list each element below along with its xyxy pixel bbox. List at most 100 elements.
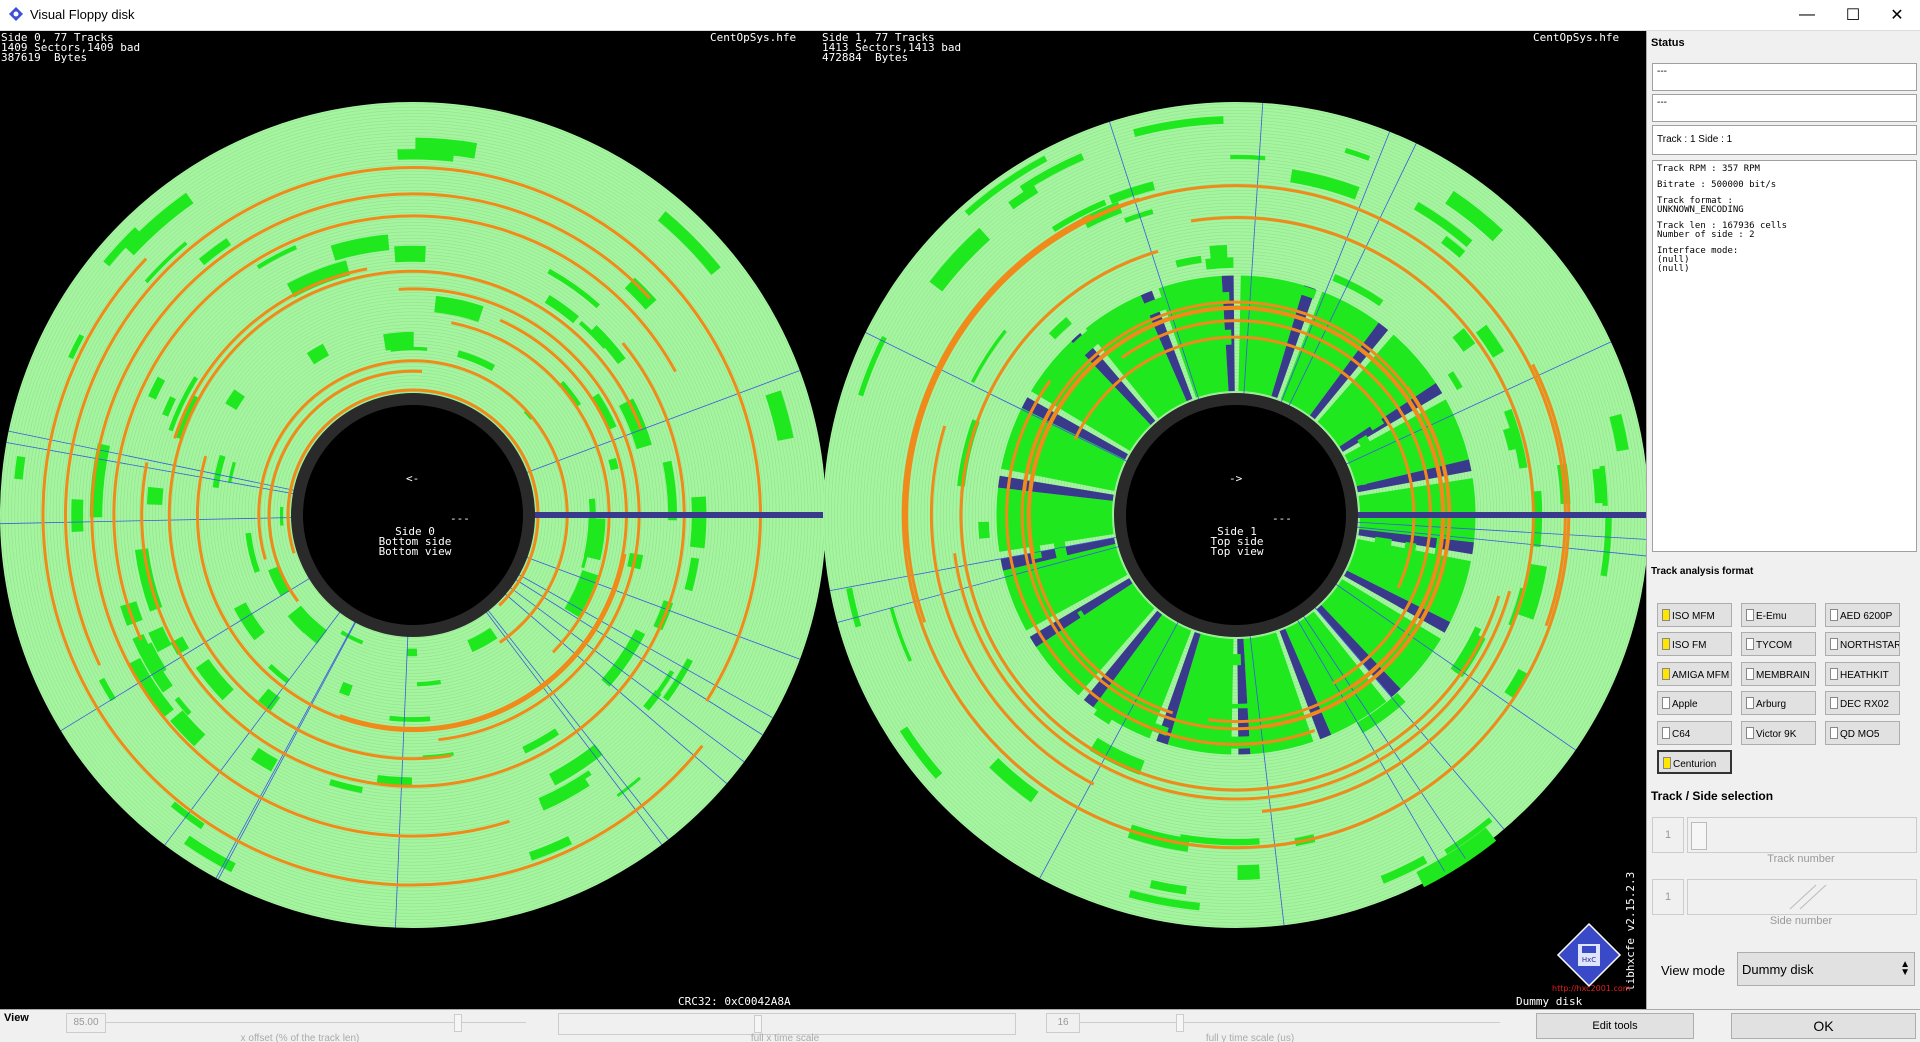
side-number-slider[interactable] bbox=[1687, 879, 1917, 915]
version-label: libhxcfe v2.15.2.3 bbox=[1624, 871, 1637, 991]
side-number-value[interactable]: 1 bbox=[1652, 879, 1684, 915]
index-band bbox=[1354, 512, 1646, 518]
format-label: HEATHKIT bbox=[1840, 669, 1889, 681]
side0-header: Side 0, 77 Tracks 1409 Sectors,1409 bad 38… bbox=[1, 31, 141, 64]
checkbox-icon bbox=[1746, 726, 1754, 739]
format-label: ISO MFM bbox=[1672, 611, 1715, 622]
side1-arrow: -> bbox=[1229, 472, 1243, 485]
format-arburg-checkbox[interactable]: Arburg bbox=[1741, 691, 1816, 716]
format-label: NORTHSTAR bbox=[1840, 640, 1900, 652]
sector-block bbox=[1211, 735, 1260, 749]
maximize-icon: ☐ bbox=[1845, 7, 1861, 24]
disk-canvas[interactable] bbox=[0, 31, 1646, 1009]
format-iso-fm-checkbox[interactable]: ISO FM bbox=[1657, 632, 1732, 657]
format-label: MEMBRAIN bbox=[1756, 669, 1810, 681]
sector-block bbox=[978, 521, 990, 539]
checkbox-icon bbox=[1830, 726, 1838, 739]
edit-tools-button[interactable]: Edit tools bbox=[1536, 1013, 1694, 1039]
track-number-slider[interactable] bbox=[1687, 817, 1917, 853]
title-bar: Visual Floppy disk — ☐ ✕ bbox=[0, 0, 1920, 31]
format-label: AMIGA MFM bbox=[1672, 669, 1730, 681]
sector-block bbox=[1074, 497, 1093, 535]
format-label: Centurion bbox=[1673, 759, 1717, 770]
format-apple-checkbox[interactable]: Apple bbox=[1657, 691, 1732, 716]
sector-block bbox=[394, 245, 426, 263]
side0-filename: CentOpSys.hfe bbox=[710, 31, 797, 44]
checkbox-icon bbox=[1662, 697, 1670, 710]
format-label: C64 bbox=[1672, 728, 1691, 740]
sector-block bbox=[406, 648, 418, 657]
checkbox-icon bbox=[1830, 638, 1838, 651]
x-offset-slider[interactable] bbox=[106, 1022, 526, 1023]
sector-block bbox=[71, 499, 84, 532]
format-e-emu-checkbox[interactable]: E-Emu bbox=[1741, 603, 1816, 627]
dummy-disk-label: Dummy disk bbox=[1516, 995, 1583, 1008]
format-qd-mo5-checkbox[interactable]: QD MO5 bbox=[1825, 720, 1900, 745]
app-icon bbox=[9, 7, 23, 21]
sector-block bbox=[690, 496, 707, 549]
format-label: Victor 9K bbox=[1756, 728, 1797, 740]
hub-center bbox=[1126, 405, 1346, 625]
format-label: E-Emu bbox=[1756, 611, 1787, 622]
side1-center-label: Side 1 Top side Top view bbox=[1210, 525, 1264, 558]
side1-filename: CentOpSys.hfe bbox=[1533, 31, 1620, 44]
checkbox-icon bbox=[1662, 726, 1670, 739]
format-iso-mfm-checkbox[interactable]: ISO MFM bbox=[1657, 603, 1732, 627]
sector-block bbox=[279, 506, 284, 526]
side1-header: Side 1, 77 Tracks 1413 Sectors,1413 bad 47… bbox=[822, 31, 962, 64]
disk-view[interactable]: Side 0, 77 Tracks 1409 Sectors,1409 bad 38… bbox=[0, 31, 1646, 1009]
format-aed-6200p-checkbox[interactable]: AED 6200P bbox=[1825, 603, 1900, 627]
x-offset-thumb[interactable] bbox=[454, 1014, 462, 1032]
y-scale-slider[interactable] bbox=[1080, 1022, 1500, 1023]
minimize-button[interactable]: — bbox=[1784, 0, 1830, 30]
svg-text:HxC: HxC bbox=[1582, 956, 1596, 964]
status-field-2: --- bbox=[1652, 94, 1917, 122]
format-centurion-checkbox[interactable]: Centurion bbox=[1657, 750, 1732, 774]
crc-label: CRC32: 0xC0042A8A bbox=[678, 995, 791, 1008]
checkbox-icon bbox=[1830, 667, 1838, 680]
sector-block bbox=[1211, 652, 1242, 666]
track-slider-thumb[interactable] bbox=[1691, 822, 1707, 850]
track-number-value[interactable]: 1 bbox=[1652, 817, 1684, 853]
checkbox-icon bbox=[1746, 638, 1754, 651]
checkbox-icon bbox=[1830, 609, 1838, 621]
hxc-logo: HxC bbox=[1556, 922, 1622, 988]
full-time-thumb[interactable] bbox=[754, 1015, 762, 1033]
full-time-slider[interactable] bbox=[558, 1013, 1016, 1035]
close-icon: ✕ bbox=[1890, 7, 1904, 24]
checkbox-icon bbox=[1662, 638, 1670, 651]
format-amiga-mfm-checkbox[interactable]: AMIGA MFM bbox=[1657, 661, 1732, 686]
format-c64-checkbox[interactable]: C64 bbox=[1657, 720, 1732, 745]
minimize-icon: — bbox=[1799, 6, 1815, 23]
view-mode-select[interactable]: Dummy disk ▲ ▼ bbox=[1737, 952, 1915, 986]
format-tycom-checkbox[interactable]: TYCOM bbox=[1741, 632, 1816, 657]
sector-block bbox=[1237, 864, 1260, 880]
index-band bbox=[531, 512, 830, 518]
y-scale-thumb[interactable] bbox=[1176, 1014, 1184, 1032]
y-scale-value[interactable]: 16 bbox=[1046, 1013, 1080, 1033]
format-label: AED 6200P bbox=[1840, 611, 1893, 622]
track-side-selection-label: Track / Side selection bbox=[1651, 789, 1774, 803]
view-mode-label: View mode bbox=[1661, 963, 1726, 978]
ok-button[interactable]: OK bbox=[1731, 1013, 1916, 1039]
format-label: TYCOM bbox=[1756, 640, 1793, 652]
format-dec-rx02-checkbox[interactable]: DEC RX02 bbox=[1825, 691, 1900, 716]
side-number-caption: Side number bbox=[1769, 915, 1833, 927]
checkbox-icon bbox=[1746, 609, 1754, 621]
close-button[interactable]: ✕ bbox=[1874, 0, 1920, 30]
track-analysis-label: Track analysis format bbox=[1651, 566, 1754, 577]
side0-center-label: Side 0 Bottom side Bottom view bbox=[378, 525, 452, 558]
format-membrain-checkbox[interactable]: MEMBRAIN bbox=[1741, 661, 1816, 686]
maximize-button[interactable]: ☐ bbox=[1830, 0, 1876, 30]
format-northstar-checkbox[interactable]: NORTHSTAR bbox=[1825, 632, 1900, 657]
status-label: Status bbox=[1651, 37, 1685, 49]
right-panel: Status --- --- Track : 1 Side : 1 Track … bbox=[1646, 31, 1920, 1009]
x-offset-value[interactable]: 85.00 bbox=[66, 1013, 106, 1033]
format-heathkit-checkbox[interactable]: HEATHKIT bbox=[1825, 661, 1900, 686]
format-victor-9k-checkbox[interactable]: Victor 9K bbox=[1741, 720, 1816, 745]
hub-center bbox=[303, 405, 523, 625]
side-slider-thumb[interactable] bbox=[1788, 884, 1828, 910]
view-mode-value: Dummy disk bbox=[1742, 962, 1814, 977]
track-info-box: Track RPM : 357 RPM Bitrate : 500000 bit… bbox=[1652, 160, 1917, 552]
side0-arrow: <- bbox=[406, 472, 420, 485]
